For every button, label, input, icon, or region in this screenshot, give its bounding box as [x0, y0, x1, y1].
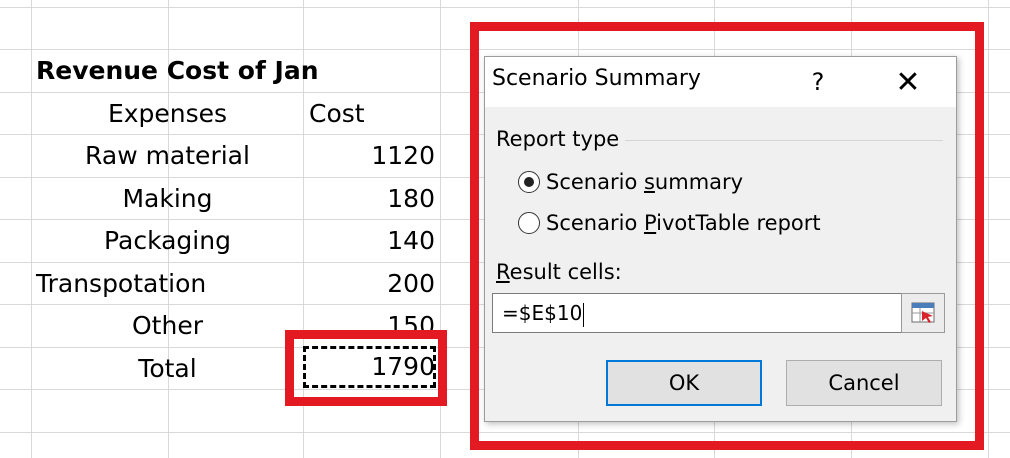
cost-cell[interactable]: 180: [304, 178, 435, 220]
cancel-button[interactable]: Cancel: [786, 360, 942, 406]
result-cells-input[interactable]: =$E$10: [492, 293, 902, 333]
header-cost[interactable]: Cost: [309, 93, 365, 135]
radio-scenario-summary[interactable]: Scenario summary: [518, 170, 743, 194]
help-button[interactable]: ?: [803, 65, 833, 99]
expense-cell[interactable]: Raw material: [32, 135, 303, 177]
cost-cell[interactable]: 140: [304, 220, 435, 262]
ok-button[interactable]: OK: [606, 360, 762, 406]
result-cells-label: Result cells:: [496, 260, 622, 284]
radio-label: Scenario summary: [546, 170, 744, 194]
report-type-label: Report type: [496, 127, 620, 151]
highlight-total-box: [285, 330, 447, 406]
total-label-cell[interactable]: Total: [32, 348, 303, 390]
cost-cell[interactable]: 200: [304, 263, 435, 305]
header-expenses[interactable]: Expenses: [32, 93, 303, 135]
expense-cell[interactable]: Transpotation: [36, 263, 206, 305]
scenario-summary-dialog: Scenario Summary ? ✕ Report type Scenari…: [484, 56, 957, 422]
range-select-icon: [911, 302, 935, 323]
group-divider: [625, 140, 943, 141]
cost-cell[interactable]: 1120: [304, 135, 435, 177]
radio-label: Scenario PivotTable report: [546, 211, 821, 235]
expense-cell[interactable]: Packaging: [32, 220, 303, 262]
close-icon[interactable]: ✕: [885, 63, 931, 103]
radio-checked-icon[interactable]: [518, 171, 540, 193]
expense-cell[interactable]: Other: [32, 305, 303, 347]
dialog-title: Scenario Summary: [492, 66, 701, 91]
expense-cell[interactable]: Making: [32, 178, 303, 220]
radio-unchecked-icon[interactable]: [518, 212, 540, 234]
radio-pivottable-report[interactable]: Scenario PivotTable report: [518, 211, 821, 235]
range-collapse-button[interactable]: [901, 293, 945, 333]
sheet-title[interactable]: Revenue Cost of Jan: [36, 50, 319, 92]
dialog-titlebar[interactable]: Scenario Summary ? ✕: [485, 57, 956, 107]
